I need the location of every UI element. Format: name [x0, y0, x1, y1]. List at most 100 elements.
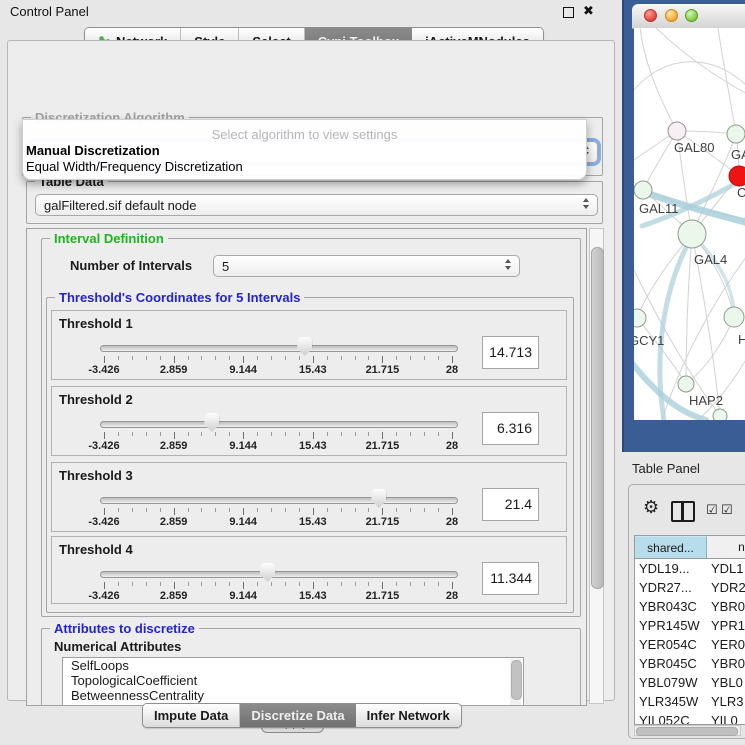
node-label: HAP2 [689, 393, 723, 408]
panel-scrollbar[interactable] [589, 228, 604, 704]
table-row[interactable]: YDR27...YDR2 [635, 578, 745, 597]
table-row[interactable]: YIL052CYIL0 [635, 711, 745, 725]
tick-mark [146, 356, 147, 360]
thresholds-group: Threshold's Coordinates for 5 Intervals … [46, 297, 574, 613]
column-header-shared[interactable]: shared... [635, 536, 707, 559]
node-label: GAL11 [639, 201, 679, 216]
cell-name: YBR0 [711, 597, 745, 616]
number-of-intervals-combobox[interactable]: 5 [213, 255, 520, 277]
cell-shared-name: YLR345W [639, 692, 705, 711]
tick-mark [132, 356, 133, 360]
attribute-list-item[interactable]: BetweennessCentrality [63, 688, 523, 703]
tick-mark [146, 582, 147, 586]
cell-name: YIL0 [711, 711, 745, 725]
table-row[interactable]: YBL079WYBL0 [635, 673, 745, 692]
gear-icon[interactable]: ⚙ [643, 497, 659, 518]
scrollbar-thumb[interactable] [591, 247, 604, 589]
network-node-c[interactable] [729, 166, 745, 186]
table-horizontal-scrollbar[interactable] [634, 725, 741, 736]
table-row[interactable]: YLR345WYLR3 [635, 692, 745, 711]
threshold-value-field[interactable]: 14.713 [482, 336, 539, 369]
table-row[interactable]: YER054CYER0 [635, 635, 745, 654]
scrollbar-thumb[interactable] [636, 727, 738, 736]
tick-mark [396, 508, 397, 512]
table-data-combobox[interactable]: galFiltered.sif default node [35, 194, 598, 216]
tick-mark [201, 432, 202, 436]
tick-mark [341, 582, 342, 586]
network-node-h[interactable] [724, 307, 744, 327]
zoom-traffic-light-icon[interactable] [685, 9, 698, 22]
node-label: GA [731, 147, 745, 162]
tick-label: 21.715 [350, 440, 414, 452]
tick-mark [438, 356, 439, 360]
tick-mark [271, 432, 272, 436]
tick-mark [215, 508, 216, 512]
threshold-slider-track[interactable] [100, 497, 458, 504]
tick-mark [299, 356, 300, 360]
threshold-slider-track[interactable] [100, 571, 458, 578]
tick-mark [424, 432, 425, 436]
threshold-slider-thumb[interactable] [260, 563, 275, 582]
tick-mark [313, 508, 314, 515]
tick-mark [452, 356, 453, 363]
close-traffic-light-icon[interactable] [644, 9, 657, 22]
control-panel-titlebar: Control Panel ✖ [0, 0, 620, 22]
table-row[interactable]: YPR145WYPR1 [635, 616, 745, 635]
tick-mark [341, 356, 342, 360]
tick-label: 2.859 [142, 364, 206, 376]
network-node-gal11[interactable] [634, 181, 652, 199]
attribute-list-item[interactable]: TopologicalCoefficient [63, 673, 523, 688]
threshold-slider-track[interactable] [100, 421, 458, 428]
network-node-gal4[interactable] [678, 220, 706, 248]
minimize-traffic-light-icon[interactable] [665, 9, 678, 22]
tick-mark [438, 432, 439, 436]
tick-mark [160, 432, 161, 436]
tab-discretize-data[interactable]: Discretize Data [240, 704, 355, 727]
threshold-slider-thumb[interactable] [297, 337, 312, 356]
cell-shared-name: YBR043C [639, 597, 705, 616]
tick-mark [132, 582, 133, 586]
column-header-name[interactable]: n [707, 536, 745, 559]
threshold-slider-track[interactable] [100, 345, 458, 352]
table-row[interactable]: YBR043C YBR0 [635, 597, 745, 616]
checkbox-icon[interactable]: ☑ [706, 502, 718, 518]
tab-label: Discretize Data [251, 708, 344, 723]
tick-label: 28 [420, 440, 484, 452]
dropdown-item-manual-discretization[interactable]: Manual Discretization [26, 143, 160, 158]
float-window-icon[interactable] [563, 7, 574, 18]
threshold-value-field[interactable]: 21.4 [482, 488, 539, 521]
dropdown-item-equal-width-frequency[interactable]: Equal Width/Frequency Discretization [26, 159, 243, 174]
tick-label: 28 [420, 364, 484, 376]
tick-label: 21.715 [350, 364, 414, 376]
tick-mark [188, 432, 189, 436]
tab-impute-data[interactable]: Impute Data [143, 704, 240, 727]
table-row[interactable]: YBR045CYBR0 [635, 654, 745, 673]
tick-mark [243, 582, 244, 589]
list-scrollbar[interactable] [510, 659, 521, 705]
threshold-slider-thumb[interactable] [204, 413, 219, 432]
threshold-value-field[interactable]: 11.344 [482, 562, 539, 595]
network-node-hap2[interactable] [678, 376, 694, 392]
cyni-toolbox-panel: Discretization Algorithm Select algorith… [7, 40, 615, 701]
tick-mark [452, 432, 453, 439]
threshold-panel: Threshold 1-3.4262.8599.14415.4321.71528… [51, 310, 567, 380]
close-icon[interactable]: ✖ [583, 3, 594, 19]
tick-mark [243, 508, 244, 515]
tick-mark [201, 582, 202, 586]
tick-label: 9.144 [211, 516, 275, 528]
network-node-gcy1[interactable] [634, 309, 646, 327]
network-canvas[interactable]: GAL80GACGAL11GAL4GCY1HHAP2 [634, 28, 745, 420]
tick-mark [368, 432, 369, 436]
attribute-list-item[interactable]: SelfLoops [63, 658, 523, 673]
tab-infer-network[interactable]: Infer Network [356, 704, 461, 727]
threshold-value-field[interactable]: 6.316 [482, 412, 539, 445]
network-node[interactable] [713, 409, 727, 420]
network-window-titlebar[interactable] [632, 4, 745, 29]
tick-mark [257, 356, 258, 360]
network-node-gal80[interactable] [668, 122, 686, 140]
network-node-ga[interactable] [727, 125, 745, 143]
split-columns-icon[interactable] [671, 501, 695, 522]
threshold-slider-thumb[interactable] [371, 489, 386, 508]
table-row[interactable]: YDL19...YDL1 [635, 559, 745, 578]
checkbox-icon[interactable]: ☑ [721, 502, 733, 518]
